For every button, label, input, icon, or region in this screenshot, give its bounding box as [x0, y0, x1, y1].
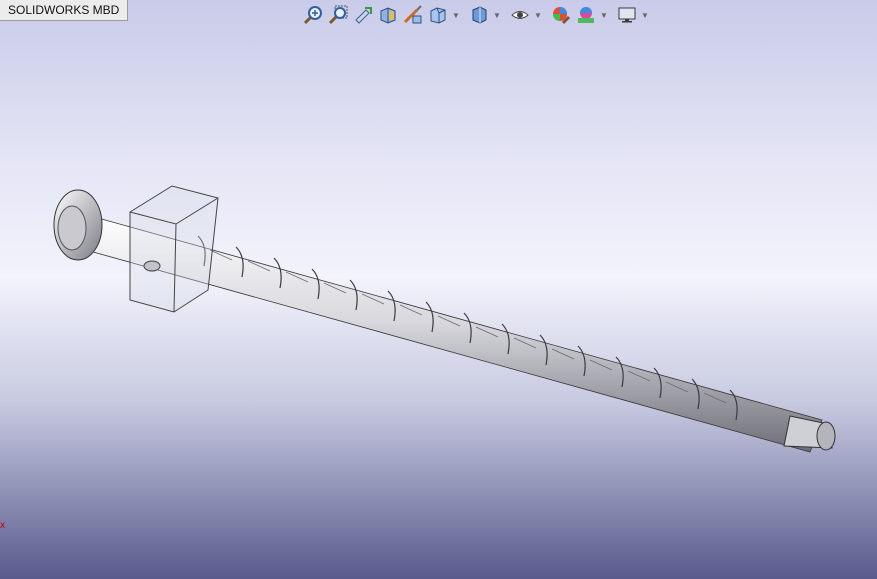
- axis-label: x: [0, 520, 5, 531]
- transparent-nut-block[interactable]: [129, 185, 219, 313]
- graphics-area[interactable]: x: [0, 0, 877, 579]
- shaft-right-end-face: [816, 421, 836, 451]
- shaft-left-end-face: [57, 205, 87, 251]
